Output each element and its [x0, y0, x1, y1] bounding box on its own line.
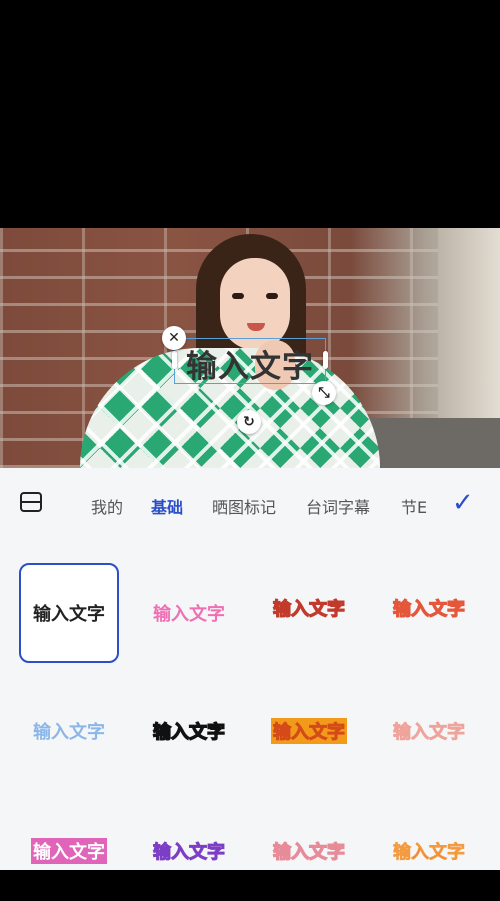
style-option-11[interactable]: 输入文字 — [259, 801, 359, 901]
style-label: 输入文字 — [33, 722, 105, 743]
tab-mine[interactable]: 我的 — [91, 494, 123, 518]
style-label: 输入文字 — [31, 838, 107, 864]
style-option-3[interactable]: 输入文字 — [259, 558, 359, 658]
tab-basic[interactable]: 基础 — [151, 494, 183, 518]
style-option-5[interactable]: 输入文字 — [19, 681, 119, 781]
resize-icon[interactable]: ⤡ — [312, 381, 336, 405]
tab-subtitles[interactable]: 台词字幕 — [306, 494, 370, 518]
style-label: 输入文字 — [272, 841, 345, 863]
style-option-4[interactable]: 输入文字 — [379, 558, 479, 658]
canvas-top-area — [0, 0, 500, 228]
style-option-7[interactable]: 输入文字 — [259, 681, 359, 781]
style-label: 输入文字 — [271, 718, 347, 744]
right-eye — [266, 293, 278, 299]
style-label: 输入文字 — [152, 721, 225, 743]
style-label: 输入文字 — [393, 722, 466, 744]
style-label: 输入文字 — [153, 604, 225, 625]
rotate-icon[interactable]: ↻ — [237, 410, 261, 434]
style-label: 输入文字 — [153, 842, 226, 864]
style-label: 输入文字 — [393, 842, 466, 864]
tab-photo-marks[interactable]: 晒图标记 — [212, 494, 276, 518]
left-stretch-handle[interactable] — [172, 351, 177, 369]
style-option-10[interactable]: 输入文字 — [139, 801, 239, 901]
text-style-panel: 我的 基础 晒图标记 台词字幕 节E ✓ 输入文字 输入文字 输入文字 输入文字… — [0, 468, 500, 870]
style-option-12[interactable]: 输入文字 — [379, 801, 479, 901]
right-stretch-handle[interactable] — [323, 351, 328, 369]
close-icon[interactable]: ✕ — [162, 326, 186, 350]
tab-festival[interactable]: 节E — [401, 494, 427, 518]
checkmark-icon[interactable]: ✓ — [452, 488, 474, 518]
keyboard-icon[interactable] — [20, 492, 42, 512]
style-option-9[interactable]: 输入文字 — [19, 801, 119, 901]
face — [220, 258, 290, 350]
left-eye — [232, 293, 244, 299]
style-option-1[interactable]: 输入文字 — [19, 563, 119, 663]
style-option-8[interactable]: 输入文字 — [379, 681, 479, 781]
style-label: 输入文字 — [33, 604, 105, 625]
style-label: 输入文字 — [272, 598, 345, 620]
text-sticker-box[interactable]: 输入文字 — [172, 338, 328, 386]
ground — [360, 418, 500, 468]
style-tab-bar: 我的 基础 晒图标记 台词字幕 节E ✓ — [0, 468, 500, 538]
style-option-2[interactable]: 输入文字 — [139, 563, 239, 663]
style-option-6[interactable]: 输入文字 — [139, 681, 239, 781]
style-label: 输入文字 — [392, 598, 465, 620]
text-sticker-content[interactable]: 输入文字 — [175, 341, 325, 386]
